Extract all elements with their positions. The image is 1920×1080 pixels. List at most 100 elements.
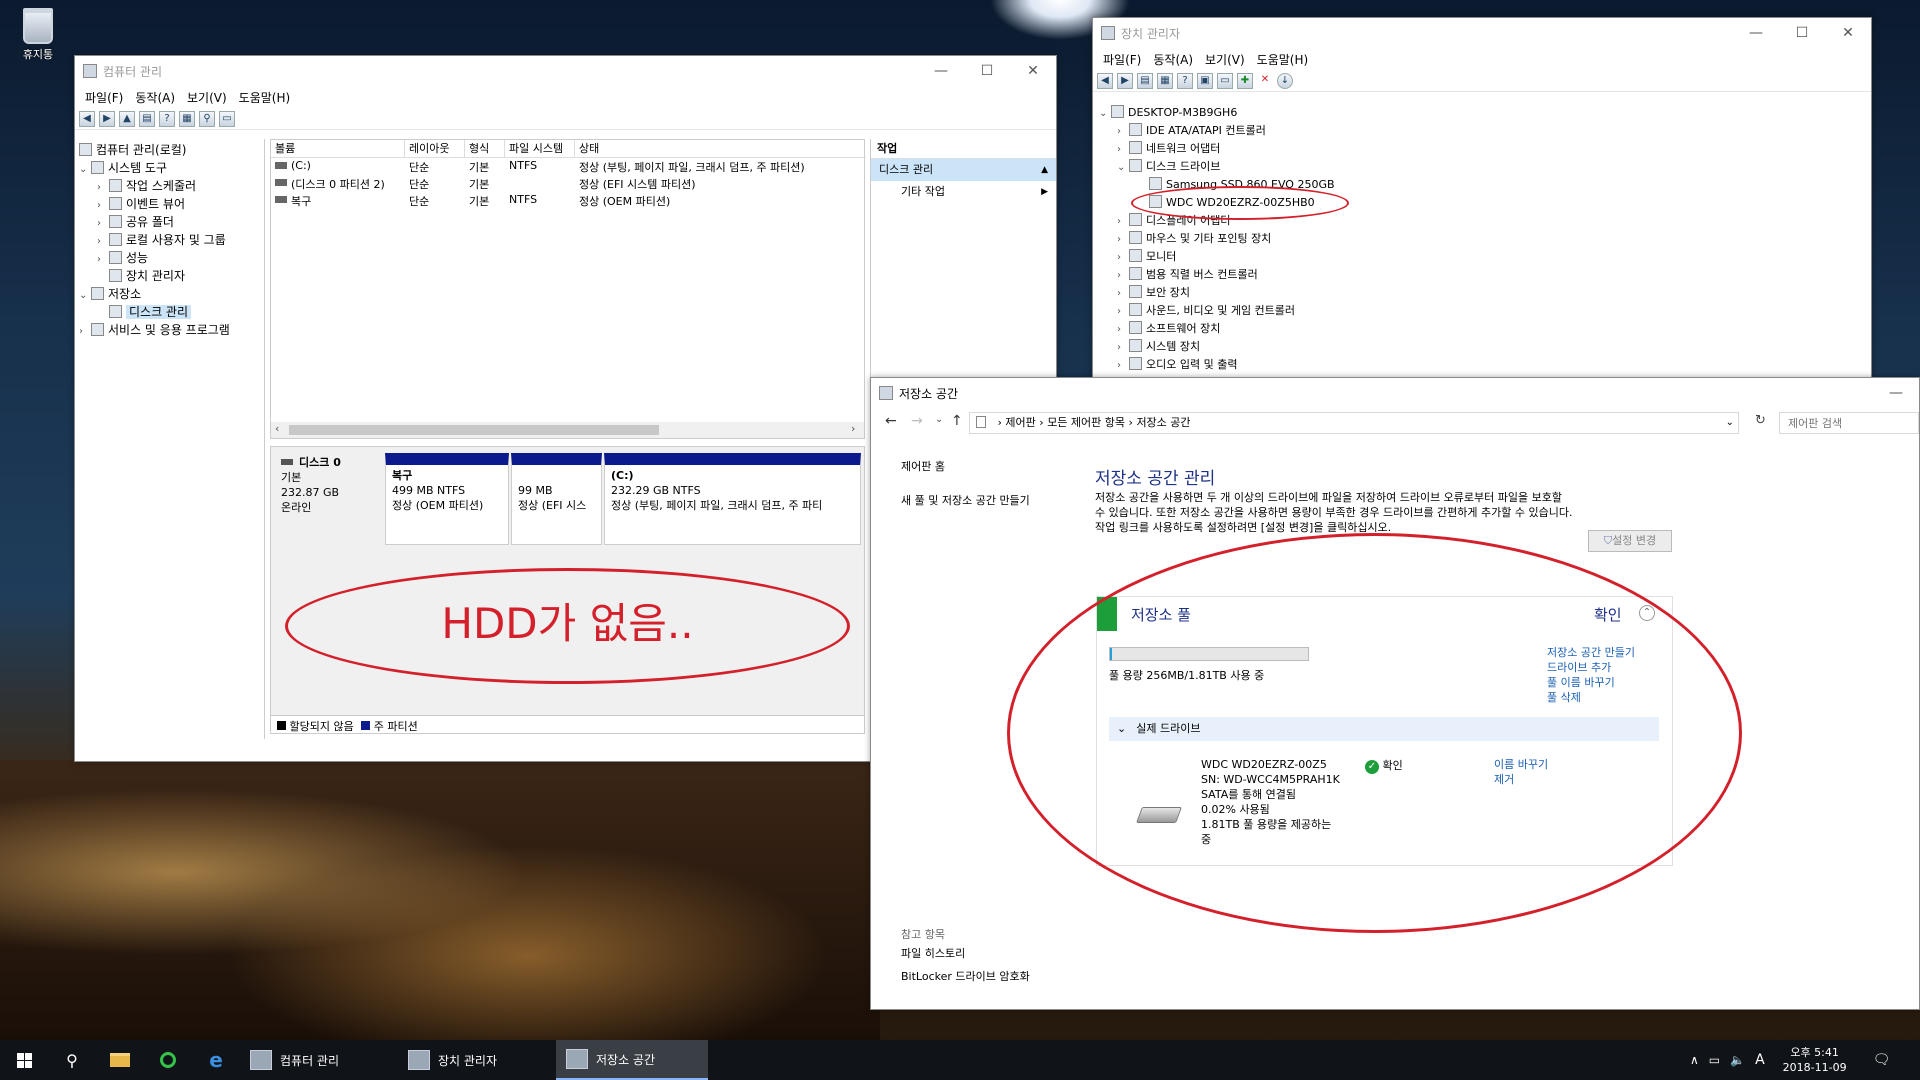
device-category-disk-drives[interactable]: ⌄ 디스크 드라이브 [1093, 158, 1863, 176]
tree-item-performance[interactable]: › 성능 [75, 249, 264, 267]
partition-efi[interactable]: 99 MB 정상 (EFI 시스 [511, 453, 602, 545]
menu-action[interactable]: 동작(A) [1147, 51, 1199, 68]
menu-view[interactable]: 보기(V) [1199, 51, 1251, 68]
actions-section-disk-management[interactable]: 디스크 관리 ▲ [871, 159, 1056, 181]
breadcrumb-all-items[interactable]: 모든 제어판 항목 [1047, 416, 1125, 429]
device-category-monitor[interactable]: › 모니터 [1093, 248, 1863, 266]
search-button[interactable]: ⚲ [48, 1040, 96, 1080]
help-icon[interactable]: ? [159, 110, 175, 127]
maximize-icon[interactable]: ☐ [964, 56, 1010, 86]
column-header-status[interactable]: 상태 [575, 140, 866, 158]
device-category-usb[interactable]: › 범용 직렬 버스 컨트롤러 [1093, 266, 1863, 284]
actions-more[interactable]: 기타 작업 ▶ [871, 181, 1056, 203]
scroll-right-icon[interactable]: › [851, 422, 855, 435]
forward-arrow-icon[interactable]: → [911, 413, 923, 429]
maximize-icon[interactable]: ☐ [1779, 18, 1825, 48]
pinned-app-button[interactable] [144, 1040, 192, 1080]
device-category-audio-io[interactable]: › 오디오 입력 및 출력 [1093, 356, 1863, 374]
back-arrow-icon[interactable]: ◀ [1097, 72, 1113, 89]
expand-chevron-icon[interactable]: › [1117, 213, 1129, 231]
menu-file[interactable]: 파일(F) [79, 89, 129, 106]
forward-arrow-icon[interactable]: ▶ [1117, 72, 1133, 89]
device-category-sound[interactable]: › 사운드, 비디오 및 게임 컨트롤러 [1093, 302, 1863, 320]
partition-c[interactable]: (C:) 232.29 GB NTFS 정상 (부팅, 페이지 파일, 크래시 … [604, 453, 861, 545]
expand-chevron-icon[interactable]: ⌄ [1099, 105, 1111, 123]
breadcrumb-control-panel[interactable]: 제어판 [1005, 416, 1035, 429]
menu-action[interactable]: 동작(A) [129, 89, 181, 106]
device-category-security[interactable]: › 보안 장치 [1093, 284, 1863, 302]
column-header-type[interactable]: 형식 [465, 140, 505, 158]
scan-hardware-icon[interactable]: ▭ [1217, 72, 1233, 89]
console-icon[interactable]: ▭ [219, 110, 235, 127]
forward-arrow-icon[interactable]: ▶ [99, 110, 115, 127]
volume-icon[interactable]: 🔈 [1730, 1053, 1745, 1067]
expand-chevron-icon[interactable]: › [1117, 249, 1129, 267]
tree-item-services-apps[interactable]: › 서비스 및 응용 프로그램 [75, 321, 264, 339]
scrollbar-thumb[interactable] [289, 425, 659, 435]
disk-0-info[interactable]: 디스크 0 기본 232.87 GB 온라인 [273, 449, 381, 549]
menu-help[interactable]: 도움말(H) [233, 89, 297, 106]
add-driver-icon[interactable]: ✚ [1237, 72, 1253, 89]
nav-create-pool[interactable]: 새 풀 및 저장소 공간 만들기 [901, 492, 1071, 510]
show-tree-icon[interactable]: ▤ [1137, 72, 1153, 89]
tree-item-task-scheduler[interactable]: › 작업 스케줄러 [75, 177, 264, 195]
minimize-icon[interactable]: — [1873, 378, 1919, 408]
expand-chevron-icon[interactable]: ⌄ [1117, 159, 1129, 177]
tree-item-event-viewer[interactable]: › 이벤트 뷰어 [75, 195, 264, 213]
edge-button[interactable]: e [192, 1040, 240, 1080]
close-icon[interactable]: ✕ [1010, 56, 1056, 86]
back-arrow-icon[interactable]: ← [885, 413, 897, 429]
link-bitlocker[interactable]: BitLocker 드라이브 암호화 [901, 965, 1081, 988]
taskbar-app-storage-spaces[interactable]: 저장소 공간 [556, 1040, 708, 1080]
expand-chevron-icon[interactable]: › [1117, 303, 1129, 321]
volume-row[interactable]: (C:) 단순 기본 NTFS 정상 (부팅, 페이지 파일, 크래시 덤프, … [271, 158, 866, 175]
nav-control-panel-home[interactable]: 제어판 홈 [901, 458, 1071, 476]
view-icon[interactable]: ▣ [1197, 72, 1213, 89]
volume-row[interactable]: 복구 단순 기본 NTFS 정상 (OEM 파티션) [271, 192, 866, 209]
expand-chevron-icon[interactable]: › [1117, 357, 1129, 375]
file-explorer-button[interactable] [96, 1040, 144, 1080]
help-icon[interactable]: ? [1177, 72, 1193, 89]
expand-chevron-icon[interactable]: › [79, 323, 91, 341]
device-category-mouse[interactable]: › 마우스 및 기타 포인팅 장치 [1093, 230, 1863, 248]
minimize-icon[interactable]: — [918, 56, 964, 86]
device-category-ide[interactable]: › IDE ATA/ATAPI 컨트롤러 [1093, 122, 1863, 140]
close-icon[interactable]: ✕ [1825, 18, 1871, 48]
expand-chevron-icon[interactable]: › [1117, 339, 1129, 357]
tree-root-computer[interactable]: ⌄ DESKTOP-M3B9GH6 [1093, 104, 1863, 122]
device-category-network[interactable]: › 네트워크 어댑터 [1093, 140, 1863, 158]
taskbar-app-device-manager[interactable]: 장치 관리자 [398, 1040, 550, 1080]
expand-chevron-icon[interactable]: ⌄ [79, 161, 91, 179]
network-icon[interactable]: ▭ [1709, 1053, 1720, 1067]
notification-icon[interactable]: 🗨 [1873, 1052, 1891, 1068]
tree-item-computer-management-local[interactable]: 컴퓨터 관리(로컬) [75, 141, 264, 159]
cm-titlebar[interactable]: 컴퓨터 관리 — ☐ ✕ [75, 56, 1056, 86]
taskbar-app-computer-management[interactable]: 컴퓨터 관리 [240, 1040, 392, 1080]
update-driver-icon[interactable]: ↓ [1277, 72, 1293, 89]
minimize-icon[interactable]: — [1733, 18, 1779, 48]
partition-recovery[interactable]: 복구 499 MB NTFS 정상 (OEM 파티션) [385, 453, 509, 545]
properties-icon[interactable]: ▦ [1157, 72, 1173, 89]
expand-chevron-icon[interactable]: › [1117, 321, 1129, 339]
tree-item-local-users[interactable]: › 로컬 사용자 및 그룹 [75, 231, 264, 249]
menu-help[interactable]: 도움말(H) [1251, 51, 1315, 68]
volume-row[interactable]: (디스크 0 파티션 2) 단순 기본 정상 (EFI 시스템 파티션) [271, 175, 866, 192]
device-category-system[interactable]: › 시스템 장치 [1093, 338, 1863, 356]
recycle-bin[interactable]: 휴지통 [14, 8, 62, 62]
search-input[interactable] [1779, 412, 1919, 434]
expand-chevron-icon[interactable]: ⌄ [79, 287, 91, 305]
device-category-software[interactable]: › 소프트웨어 장치 [1093, 320, 1863, 338]
expand-chevron-icon[interactable]: › [1117, 267, 1129, 285]
scroll-left-icon[interactable]: ‹ [275, 422, 279, 435]
link-file-history[interactable]: 파일 히스토리 [901, 942, 1081, 965]
ime-indicator[interactable]: A [1755, 1052, 1765, 1068]
tray-chevron-up-icon[interactable]: ∧ [1690, 1053, 1699, 1067]
up-arrow-icon[interactable]: ↑ [951, 413, 963, 429]
up-folder-icon[interactable]: ▲ [119, 110, 135, 127]
dm-titlebar[interactable]: 장치 관리자 — ☐ ✕ [1093, 18, 1871, 48]
uninstall-device-icon[interactable]: ✕ [1257, 73, 1273, 89]
tree-item-device-manager[interactable]: 장치 관리자 [75, 267, 264, 285]
recent-chevron-icon[interactable]: ⌄ [935, 414, 943, 425]
menu-file[interactable]: 파일(F) [1097, 51, 1147, 68]
tree-item-disk-management[interactable]: 디스크 관리 [75, 303, 264, 321]
